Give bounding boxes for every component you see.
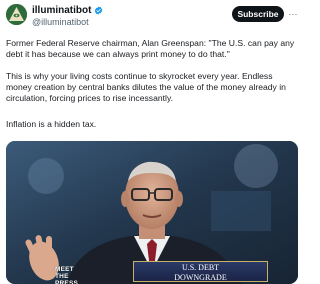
author-name-line[interactable]: illuminatibot [32,5,103,16]
post-media-image[interactable]: MEET THE PRESS U.S. DEBT DOWNGRADE [6,141,298,284]
pyramid-eye-avatar-icon [6,4,27,25]
post-text-paragraph-3: Inflation is a hidden tax. [6,119,97,129]
news-caption-banner: U.S. DEBT DOWNGRADE [133,261,268,282]
more-options-icon[interactable]: ··· [288,6,298,22]
subscribe-button[interactable]: Subscribe [232,6,284,22]
author-name[interactable]: illuminatibot [32,5,91,16]
avatar[interactable] [6,4,27,25]
post-text-paragraph-1: Former Federal Reserve chairman, Alan Gr… [6,38,295,59]
caption-line-2: DOWNGRADE [174,272,227,282]
post-text-paragraph-2: This is why your living costs continue t… [6,71,286,103]
caption-line-1: U.S. DEBT [181,263,220,272]
author-handle[interactable]: @illuminatibot [32,17,89,27]
post-header: illuminatibot @illuminatibot Subscribe ·… [0,0,300,30]
show-logo: MEET THE PRESS [55,266,79,284]
verified-badge-icon [95,6,103,15]
